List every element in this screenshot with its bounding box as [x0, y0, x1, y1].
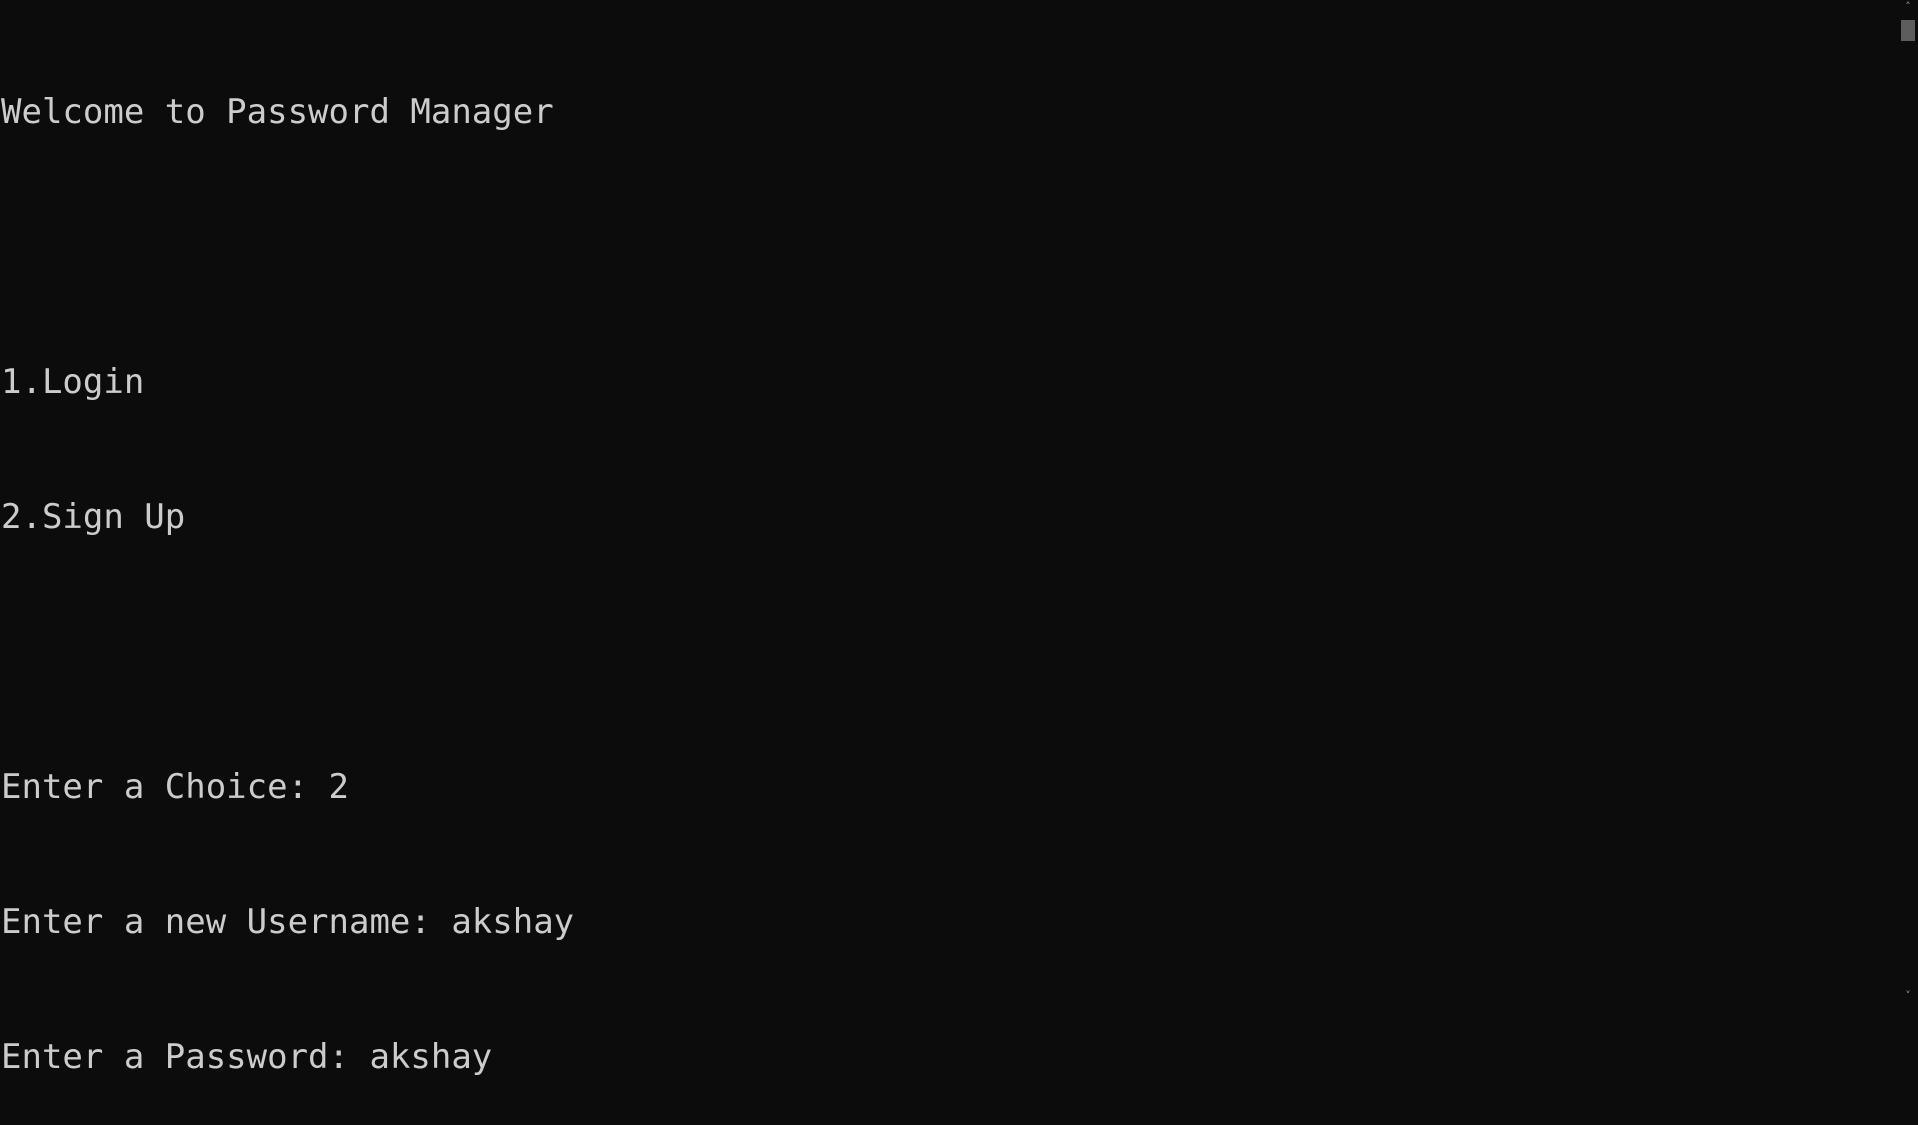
password-prompt-line: Enter a Password: akshay — [1, 1037, 493, 1077]
welcome-line: Welcome to Password Manager — [1, 92, 554, 132]
scroll-down-arrow-icon[interactable]: ˅ — [1898, 989, 1918, 1003]
choice-prompt-line: Enter a Choice: 2 — [1, 767, 349, 807]
console-output[interactable]: Welcome to Password Manager 1.Login 2.Si… — [0, 0, 1898, 1077]
menu-option-login: 1.Login — [1, 362, 145, 402]
menu-option-sign-up: 2.Sign Up — [1, 497, 186, 537]
scroll-thumb[interactable] — [1901, 20, 1915, 41]
username-prompt-line: Enter a new Username: akshay — [1, 902, 575, 942]
vertical-scrollbar[interactable]: ˄ ˅ — [1898, 0, 1918, 1003]
scroll-up-arrow-icon[interactable]: ˄ — [1898, 0, 1918, 14]
